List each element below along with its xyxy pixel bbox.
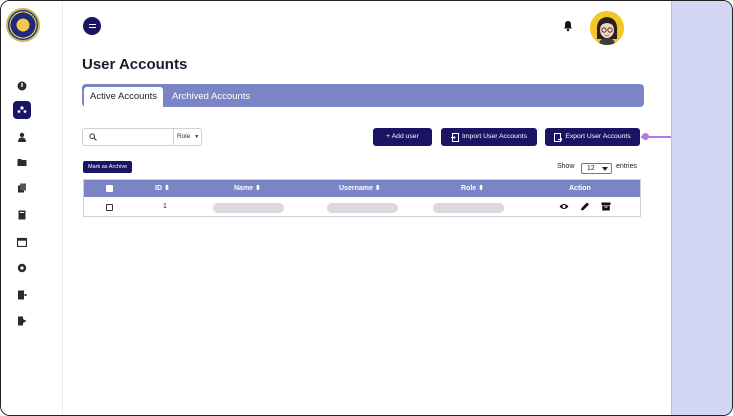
logout-icon[interactable] [13,312,31,330]
page-title: User Accounts [82,56,188,73]
export-icon [554,132,563,142]
mark-as-archive-button[interactable]: Mark as Archive [83,161,133,173]
import-label: Import User Accounts [462,133,527,140]
tab-active-accounts[interactable]: Active Accounts [84,87,164,107]
folder-icon[interactable] [13,153,31,171]
import-icon [451,132,459,142]
user-avatar[interactable] [590,11,624,45]
role-filter-dropdown[interactable]: Role ▼ [173,129,202,145]
row-id: 1 [163,203,167,210]
settings-icon[interactable] [13,259,31,277]
documents-icon[interactable] [13,179,31,197]
row-checkbox[interactable] [106,204,113,211]
side-panel [671,1,732,415]
show-label: Show [557,163,575,170]
table-header: ID ⬍ Name ⬍ Username ⬍ Role ⬍ Action [84,180,640,197]
column-name-header[interactable]: Name ⬍ [234,180,261,197]
role-filter-label: Role [177,133,191,140]
add-user-button[interactable]: + Add user [373,128,432,146]
column-id-header[interactable]: ID ⬍ [155,180,170,197]
user-accounts-table: ID ⬍ Name ⬍ Username ⬍ Role ⬍ Action 1 [83,179,641,217]
edit-pencil-icon[interactable] [580,202,590,211]
entries-per-page-select[interactable]: 12 [581,163,612,174]
user-icon[interactable] [13,128,31,146]
reports-icon[interactable] [13,286,31,304]
calendar-icon[interactable] [13,233,31,251]
row-username-placeholder [327,203,398,213]
tab-archived-accounts[interactable]: Archived Accounts [166,87,256,107]
view-eye-icon[interactable] [559,202,569,211]
organization-logo [6,8,40,42]
tab-bar: Active Accounts Archived Accounts [82,84,644,107]
import-user-accounts-button[interactable]: Import User Accounts [441,128,537,146]
sidebar [1,1,63,415]
archive-box-icon[interactable] [601,202,611,211]
column-role-header[interactable]: Role ⬍ [461,180,484,197]
search-input[interactable]: Role ▼ [82,128,202,146]
column-username-header[interactable]: Username ⬍ [339,180,381,197]
export-label: Export User Accounts [565,133,631,140]
callout-dot [642,133,649,140]
row-role-placeholder [433,203,504,213]
caret-down-icon [602,167,608,171]
notification-bell-icon[interactable] [562,20,574,32]
table-row: 1 [84,197,640,216]
column-action-header: Action [569,185,591,192]
dashboard-icon[interactable] [13,77,31,95]
add-user-label: + Add user [386,133,419,140]
search-icon [89,133,97,141]
app-window: User Accounts Active Accounts Archived A… [0,0,733,416]
entries-label: entries [616,163,638,170]
select-all-checkbox[interactable] [106,185,113,192]
row-name-placeholder [213,203,284,213]
export-user-accounts-button[interactable]: Export User Accounts [545,128,640,146]
entries-value: 12 [587,165,595,172]
users-icon[interactable] [13,101,31,119]
chevron-down-icon: ▼ [194,134,200,140]
menu-toggle-button[interactable] [83,17,101,35]
book-icon[interactable] [13,206,31,224]
